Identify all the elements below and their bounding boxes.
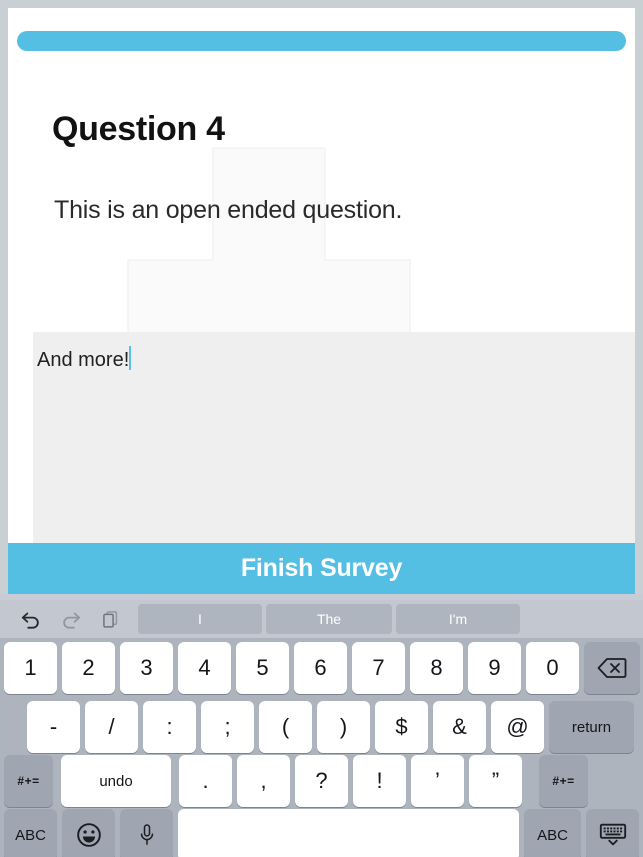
backspace-icon[interactable] <box>584 642 640 694</box>
key-6[interactable]: 6 <box>294 642 347 694</box>
key-label: 9 <box>488 655 501 680</box>
survey-progress-bar <box>17 31 626 51</box>
key-4[interactable]: 4 <box>178 642 231 694</box>
text-caret <box>129 346 132 370</box>
key-label: return <box>571 718 612 736</box>
predictive-text-bar: I The I'm <box>0 600 643 638</box>
key-paren-open[interactable]: ( <box>259 701 312 753</box>
key-label: ( <box>281 714 290 739</box>
key-label: 8 <box>430 655 443 680</box>
keyboard-undo-key[interactable]: undo <box>61 755 171 807</box>
key-label: 2 <box>82 655 95 680</box>
symbols-shift-right-key[interactable]: #+= <box>539 755 588 807</box>
key-label: ) <box>339 714 348 739</box>
key-apostrophe[interactable]: ’ <box>411 755 464 807</box>
key-quote[interactable]: ” <box>469 755 522 807</box>
return-key[interactable]: return <box>549 701 634 753</box>
redo-icon[interactable] <box>54 602 88 636</box>
key-semicolon[interactable]: ; <box>201 701 254 753</box>
undo-icon[interactable] <box>14 602 48 636</box>
key-ampersand[interactable]: & <box>433 701 486 753</box>
key-label: ? <box>315 768 328 793</box>
suggestion-chip-2[interactable]: The <box>266 604 392 634</box>
key-colon[interactable]: : <box>143 701 196 753</box>
suggestion-label: I'm <box>448 611 468 627</box>
answer-textarea[interactable]: And more! <box>33 332 635 546</box>
key-label: #+= <box>17 774 40 788</box>
survey-progress-fill <box>17 31 626 51</box>
finish-survey-label: Finish Survey <box>240 554 403 582</box>
key-question[interactable]: ? <box>295 755 348 807</box>
key-label: / <box>108 714 115 739</box>
key-exclamation[interactable]: ! <box>353 755 406 807</box>
key-2[interactable]: 2 <box>62 642 115 694</box>
key-1[interactable]: 1 <box>4 642 57 694</box>
key-label: ABC <box>537 826 568 844</box>
suggestion-label: The <box>316 611 342 627</box>
key-7[interactable]: 7 <box>352 642 405 694</box>
page-title: Question 4 <box>52 110 225 148</box>
survey-screen: Question 4 This is an open ended questio… <box>0 0 643 857</box>
key-label: : <box>166 714 173 739</box>
key-5[interactable]: 5 <box>236 642 289 694</box>
symbols-shift-left-key[interactable]: #+= <box>4 755 53 807</box>
survey-page: Question 4 This is an open ended questio… <box>8 8 635 594</box>
key-hyphen[interactable]: - <box>27 701 80 753</box>
key-label: 5 <box>256 655 269 680</box>
key-3[interactable]: 3 <box>120 642 173 694</box>
keyboard-row-punctuation: #+= undo . , ? ! ’ ” #+= <box>4 755 593 807</box>
key-label: - <box>49 714 58 739</box>
key-label: 0 <box>546 655 559 680</box>
keyboard-row-symbols: - / : ; ( ) $ & @ return <box>27 701 634 753</box>
keyboard-row-numbers: 1 2 3 4 5 6 7 8 9 0 <box>4 642 643 694</box>
key-comma[interactable]: , <box>237 755 290 807</box>
space-key[interactable] <box>178 809 519 857</box>
key-label: 4 <box>198 655 211 680</box>
key-paren-close[interactable]: ) <box>317 701 370 753</box>
key-label: ; <box>224 714 231 739</box>
key-label: $ <box>395 714 408 739</box>
question-text: This is an open ended question. <box>54 196 403 224</box>
key-slash[interactable]: / <box>85 701 138 753</box>
key-label: 6 <box>314 655 327 680</box>
key-label: . <box>202 768 209 793</box>
key-label: , <box>260 768 267 793</box>
hide-keyboard-icon[interactable] <box>586 809 639 857</box>
virtual-keyboard: I The I'm 1 2 3 4 5 6 7 8 9 0 - /: ; (… <box>0 594 643 857</box>
suggestion-chip-3[interactable]: I'm <box>396 604 520 634</box>
abc-right-key[interactable]: ABC <box>524 809 581 857</box>
key-label: #+= <box>552 774 575 788</box>
paste-icon[interactable] <box>94 602 128 636</box>
key-label: 3 <box>140 655 153 680</box>
key-0[interactable]: 0 <box>526 642 579 694</box>
microphone-icon[interactable] <box>120 809 173 857</box>
finish-survey-button[interactable]: Finish Survey <box>8 543 635 594</box>
key-label: ABC <box>15 826 46 844</box>
key-9[interactable]: 9 <box>468 642 521 694</box>
suggestion-chip-1[interactable]: I <box>138 604 262 634</box>
key-label: ! <box>376 768 383 793</box>
key-label: ” <box>491 768 500 793</box>
key-label: @ <box>506 714 529 739</box>
suggestion-label: I <box>198 611 202 627</box>
answer-text-value: And more! <box>37 349 130 371</box>
emoji-icon[interactable] <box>62 809 115 857</box>
key-label: undo <box>99 772 133 790</box>
key-label: 7 <box>372 655 385 680</box>
key-dollar[interactable]: $ <box>375 701 428 753</box>
key-label: 1 <box>24 655 37 680</box>
key-8[interactable]: 8 <box>410 642 463 694</box>
key-at[interactable]: @ <box>491 701 544 753</box>
keyboard-row-bottom: ABC ABC <box>4 809 643 857</box>
key-label: & <box>452 714 467 739</box>
abc-left-key[interactable]: ABC <box>4 809 57 857</box>
key-period[interactable]: . <box>179 755 232 807</box>
key-label: ’ <box>435 768 440 793</box>
